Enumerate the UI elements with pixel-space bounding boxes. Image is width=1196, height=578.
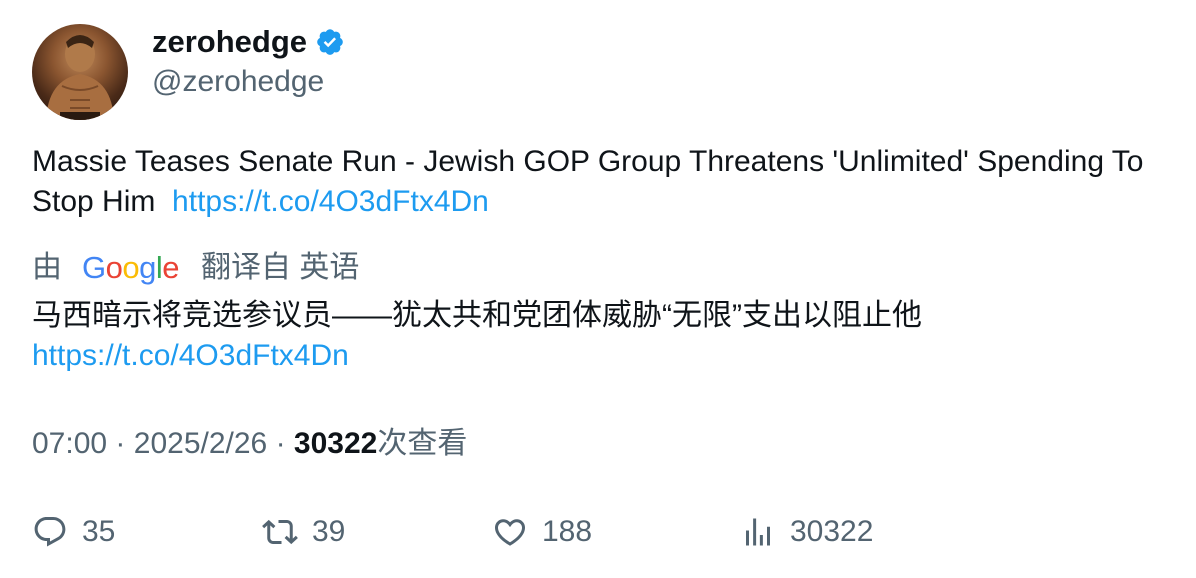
meta-separator: · <box>275 427 286 460</box>
views-chart-icon <box>746 518 770 546</box>
translation-suffix: 翻译自 英语 <box>201 251 360 284</box>
google-logo: Google <box>82 250 180 285</box>
avatar[interactable] <box>32 24 128 120</box>
translated-body: 马西暗示将竞选参议员——犹太共和党团体威胁“无限”支出以阻止他 <box>32 299 922 332</box>
reply-button[interactable]: 35 <box>32 510 115 554</box>
tweet-date[interactable]: 2025/2/26 <box>134 427 267 460</box>
translation-attribution: 由 Google 翻译自 英语 <box>32 248 359 288</box>
meta-separator: · <box>115 427 126 460</box>
author-display-name[interactable]: zerohedge <box>152 24 345 60</box>
translated-link[interactable]: https://t.co/4O3dFtx4Dn <box>32 336 1152 376</box>
tweet-meta: 07:00 · 2025/2/26 · 30322次查看 <box>32 424 467 464</box>
author-handle[interactable]: @zerohedge <box>152 64 324 100</box>
reply-icon <box>34 517 66 547</box>
verified-badge-icon <box>315 27 345 57</box>
action-bar: 35 39 188 30322 <box>0 510 1196 554</box>
views-button[interactable]: 30322 <box>740 510 873 554</box>
tweet-time[interactable]: 07:00 <box>32 427 107 460</box>
like-count: 188 <box>542 515 593 548</box>
views-action-count: 30322 <box>790 515 874 548</box>
reply-count: 35 <box>82 515 116 548</box>
avatar-photo <box>46 35 114 120</box>
heart-icon <box>494 519 526 546</box>
views-label: 次查看 <box>377 427 468 460</box>
like-button[interactable]: 188 <box>492 510 592 554</box>
translation-prefix: 由 <box>32 251 62 284</box>
tweet-text: Massie Teases Senate Run - Jewish GOP Gr… <box>32 142 1152 222</box>
display-name-text: zerohedge <box>152 24 308 59</box>
retweet-icon <box>262 519 298 545</box>
views-count: 30322 <box>293 427 378 460</box>
tweet-link[interactable]: https://t.co/4O3dFtx4Dn <box>172 185 489 218</box>
translated-text: 马西暗示将竞选参议员——犹太共和党团体威胁“无限”支出以阻止他 https://… <box>32 296 1152 376</box>
retweet-button[interactable]: 39 <box>262 510 345 554</box>
retweet-count: 39 <box>312 515 346 548</box>
